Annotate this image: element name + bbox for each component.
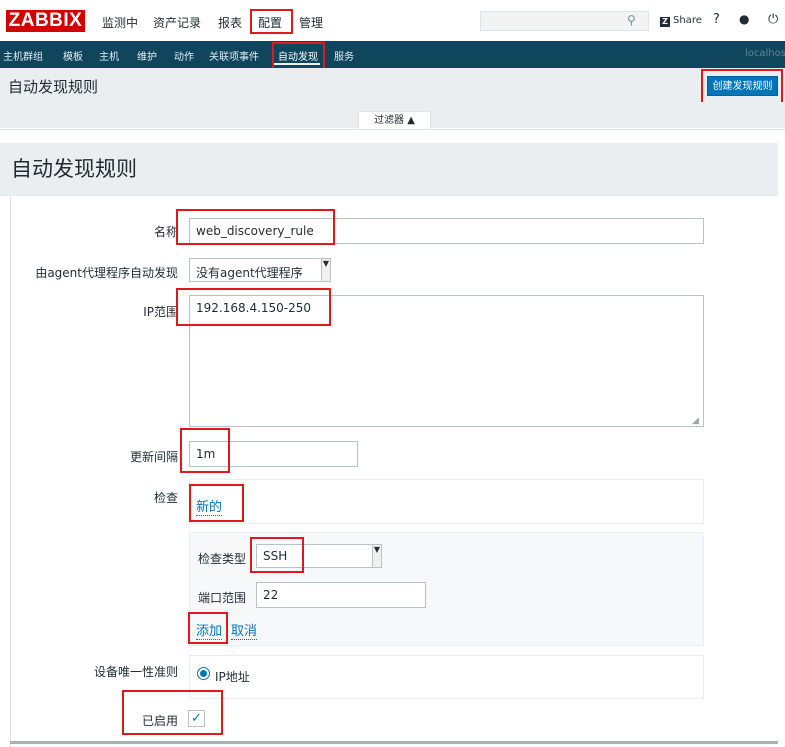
cancel-check-link[interactable]: 取消 <box>231 620 258 640</box>
create-discovery-rule-button[interactable]: 创建发现规则 <box>707 76 778 96</box>
subnav-active-indicator <box>274 63 320 65</box>
check-type-value: SSH <box>263 549 288 563</box>
subnav-discovery[interactable]: 自动发现 <box>278 48 318 63</box>
divider <box>0 129 785 130</box>
subnav-maintenance[interactable]: 维护 <box>137 48 157 63</box>
chevron-down-icon: ▼ <box>321 259 330 281</box>
interval-field[interactable]: 1m <box>189 441 358 467</box>
help-icon[interactable]: ? <box>713 12 720 27</box>
form-bottom-border <box>10 741 778 744</box>
port-range-label: 端口范围 <box>198 591 247 605</box>
page-title: 自动发现规则 <box>8 78 99 96</box>
name-label: 名称 <box>153 225 178 239</box>
power-icon[interactable]: ⏻ <box>768 12 778 27</box>
menu-inventory[interactable]: 资产记录 <box>153 14 201 31</box>
add-check-link[interactable]: 添加 <box>196 620 223 640</box>
share-button[interactable]: Z Share <box>660 15 702 27</box>
ip-address-option-label[interactable]: IP地址 <box>215 668 250 685</box>
resize-handle-icon[interactable]: ◢ <box>692 416 699 426</box>
chevron-down-icon: ▼ <box>372 545 381 567</box>
proxy-label: 由agent代理程序自动发现 <box>35 266 178 280</box>
filter-toggle[interactable]: 过滤器 ▲ <box>358 111 431 129</box>
port-range-field[interactable]: 22 <box>256 582 426 608</box>
search-input[interactable] <box>480 11 649 31</box>
uniqueness-label: 设备唯一性准则 <box>93 665 178 679</box>
new-check-link[interactable]: 新的 <box>196 496 223 516</box>
subnav-services[interactable]: 服务 <box>334 48 354 63</box>
check-type-select[interactable]: SSH ▼ <box>256 544 382 568</box>
share-label: Share <box>673 15 702 26</box>
form-title: 自动发现规则 <box>11 157 137 181</box>
name-field[interactable]: web_discovery_rule <box>189 218 704 244</box>
ip-range-textarea[interactable]: 192.168.4.150-250 <box>189 295 704 427</box>
subnav-hosts[interactable]: 主机 <box>99 48 119 63</box>
checks-container <box>189 479 704 524</box>
radio-selected-dot <box>200 670 207 677</box>
share-icon: Z <box>660 17 670 27</box>
search-icon[interactable]: ⚲ <box>627 13 636 27</box>
menu-configuration[interactable]: 配置 <box>258 14 282 31</box>
server-name: localhos <box>745 48 785 59</box>
enabled-label: 已启用 <box>141 714 178 728</box>
menu-monitoring[interactable]: 监测中 <box>102 14 138 31</box>
proxy-select[interactable]: 没有agent代理程序 ▼ <box>189 258 331 282</box>
proxy-select-value: 没有agent代理程序 <box>196 266 303 280</box>
check-type-label: 检查类型 <box>198 552 247 566</box>
uniqueness-container <box>189 655 704 699</box>
enabled-checkbox[interactable]: ✓ <box>188 710 205 727</box>
subnav-actions[interactable]: 动作 <box>174 48 194 63</box>
checks-label: 检查 <box>153 491 178 505</box>
user-icon[interactable]: ● <box>739 12 749 26</box>
subnav-host-groups[interactable]: 主机群组 <box>3 48 43 63</box>
subnav-correlation[interactable]: 关联项事件 <box>209 48 259 63</box>
subnav-templates[interactable]: 模板 <box>63 48 83 63</box>
page-title-bar <box>0 68 785 102</box>
ip-range-label: IP范围 <box>143 305 178 319</box>
interval-label: 更新间隔 <box>129 450 178 464</box>
menu-administration[interactable]: 管理 <box>299 14 323 31</box>
menu-reports[interactable]: 报表 <box>218 14 242 31</box>
zabbix-logo[interactable]: ZABBIX <box>6 10 85 32</box>
